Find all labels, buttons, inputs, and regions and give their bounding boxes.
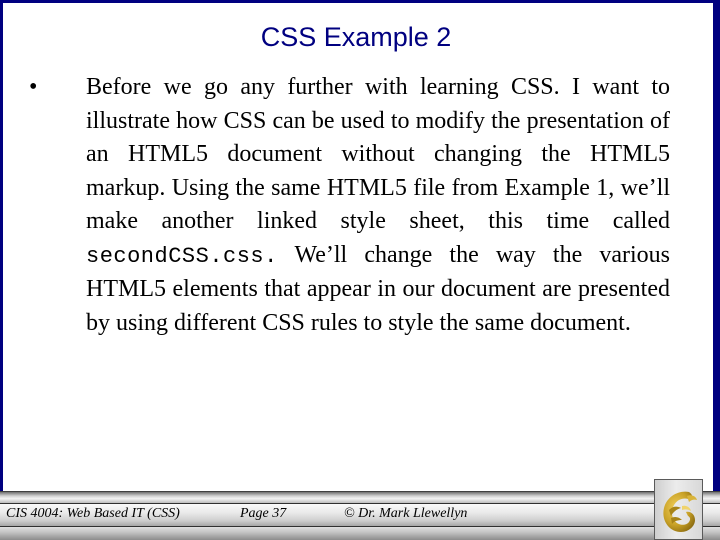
bullet-paragraph: Before we go any further with learning C…: [86, 71, 670, 340]
footer-bar: CIS 4004: Web Based IT (CSS) Page 37 © D…: [0, 491, 720, 540]
paragraph-text-part1: Before we go any further with learning C…: [86, 74, 670, 234]
ucf-pegasus-logo-icon: [663, 491, 697, 532]
footer-course: CIS 4004: Web Based IT (CSS): [6, 506, 180, 521]
bullet-icon: •: [29, 74, 38, 100]
footer-band-bottom: [0, 527, 720, 540]
slide: CSS Example 2 • Before we go any further…: [0, 0, 720, 540]
footer-copyright: © Dr. Mark Llewellyn: [344, 506, 468, 521]
logo-box: [654, 479, 703, 540]
frame-right-gap: [709, 3, 713, 495]
footer-band-top: [0, 491, 720, 503]
code-filename: secondCSS.css.: [86, 243, 278, 269]
footer-page-number: Page 37: [240, 506, 287, 521]
slide-title: CSS Example 2: [260, 22, 452, 52]
